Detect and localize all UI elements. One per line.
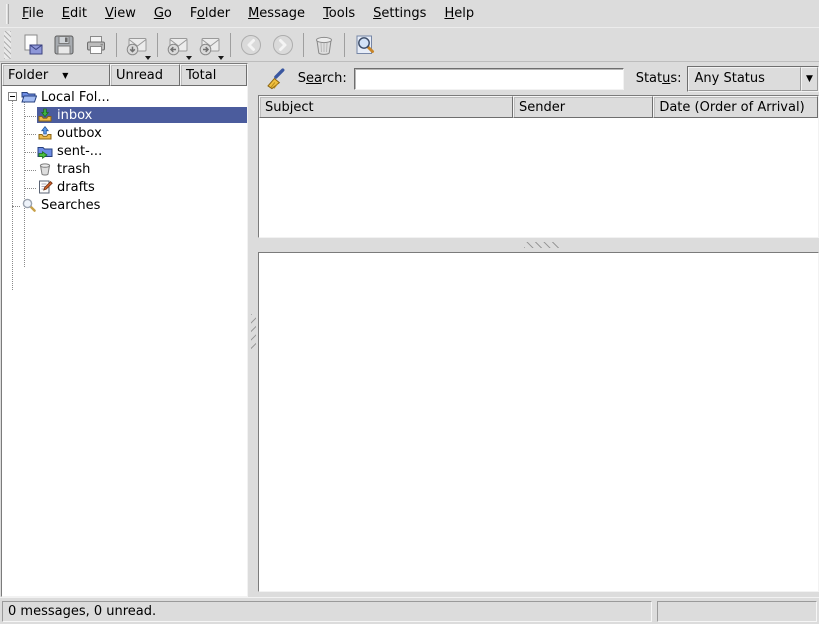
total-column-header[interactable]: Total: [180, 64, 247, 86]
folder-row-sent-mail[interactable]: sent-...: [2, 142, 247, 160]
mail-reply-icon: [166, 33, 190, 57]
toolbar-separator: [303, 33, 304, 57]
forward-button[interactable]: [195, 30, 225, 60]
status-label: Status:: [636, 71, 682, 86]
splitter-grip: [524, 242, 560, 248]
print-button[interactable]: [81, 30, 111, 60]
folder-column-header[interactable]: Folder ▼: [2, 64, 110, 86]
search-label: Search:: [298, 71, 347, 86]
sent-mail-icon: [37, 143, 53, 159]
status-combobox-value: Any Status: [688, 67, 801, 91]
check-mail-button[interactable]: [122, 30, 152, 60]
forward-nav-button[interactable]: [268, 30, 298, 60]
mail-new-icon: [20, 33, 44, 57]
toolbar-separator: [157, 33, 158, 57]
message-list-header: Subject Sender Date (Order of Arrival): [259, 96, 818, 118]
forward-icon: [271, 33, 295, 57]
unread-column-header[interactable]: Unread: [110, 64, 180, 86]
back-icon: [239, 33, 263, 57]
toolbar-drag-handle[interactable]: [4, 31, 11, 59]
check-mail-icon: [125, 33, 149, 57]
folder-row-local-folders[interactable]: Local Fol...: [2, 88, 247, 106]
message-area: Search: Status: Any Status ▼ Subject Sen…: [258, 62, 819, 597]
statusbar-message-count: 0 messages, 0 unread.: [2, 601, 652, 622]
selected-row-highlight: inbox: [37, 107, 247, 123]
folder-open-icon: [21, 89, 37, 105]
menu-tools[interactable]: Tools: [314, 2, 364, 25]
new-message-button[interactable]: [17, 30, 47, 60]
outbox-icon: [37, 125, 53, 141]
subject-column-header[interactable]: Subject: [259, 96, 513, 118]
folder-tree: Local Fol... inbox outbox: [2, 86, 247, 596]
menu-edit[interactable]: Edit: [53, 2, 96, 25]
vertical-splitter[interactable]: [249, 62, 258, 597]
menu-help[interactable]: Help: [435, 2, 483, 25]
folder-row-searches[interactable]: Searches: [2, 196, 247, 214]
menubar-drag-handle[interactable]: [6, 4, 9, 24]
dropdown-caret-icon: [218, 56, 224, 60]
menu-message[interactable]: Message: [239, 2, 314, 25]
folder-row-inbox[interactable]: inbox: [2, 106, 247, 124]
search-folder-icon: [21, 197, 37, 213]
folder-row-outbox[interactable]: outbox: [2, 124, 247, 142]
horizontal-splitter[interactable]: [258, 238, 819, 252]
menu-file[interactable]: File: [13, 2, 53, 25]
collapse-expander-icon[interactable]: [8, 92, 17, 101]
find-icon: [353, 33, 377, 57]
trash-icon: [37, 161, 53, 177]
dropdown-caret-icon: [145, 56, 151, 60]
trash-button[interactable]: [309, 30, 339, 60]
mail-forward-icon: [198, 33, 222, 57]
search-input[interactable]: [354, 68, 624, 90]
message-list: Subject Sender Date (Order of Arrival): [258, 95, 819, 238]
message-preview-pane[interactable]: [258, 252, 819, 592]
save-button[interactable]: [49, 30, 79, 60]
folder-pane: Folder ▼ Unread Total Local Fol...: [1, 63, 248, 597]
folder-row-trash[interactable]: trash: [2, 160, 247, 178]
inbox-icon: [37, 107, 53, 123]
status-combobox[interactable]: Any Status ▼: [687, 66, 819, 92]
statusbar-right-panel: [657, 601, 817, 622]
folder-list-header: Folder ▼ Unread Total: [2, 64, 247, 86]
chevron-down-icon: ▼: [806, 74, 813, 84]
trash-icon: [312, 33, 336, 57]
dropdown-caret-icon: [186, 56, 192, 60]
date-column-header[interactable]: Date (Order of Arrival): [653, 96, 818, 118]
message-list-body[interactable]: [259, 118, 818, 237]
splitter-grip: [251, 314, 256, 350]
toolbar: [0, 28, 819, 62]
combobox-dropdown-button[interactable]: ▼: [801, 67, 818, 91]
reply-button[interactable]: [163, 30, 193, 60]
statusbar: 0 messages, 0 unread.: [0, 597, 819, 624]
folder-row-drafts[interactable]: drafts: [2, 178, 247, 196]
find-button[interactable]: [350, 30, 380, 60]
menu-go[interactable]: Go: [145, 2, 181, 25]
toolbar-separator: [116, 33, 117, 57]
sender-column-header[interactable]: Sender: [513, 96, 653, 118]
drafts-icon: [37, 179, 53, 195]
save-icon: [52, 33, 76, 57]
menu-settings[interactable]: Settings: [364, 2, 435, 25]
toolbar-separator: [230, 33, 231, 57]
print-icon: [84, 33, 108, 57]
sort-arrow-icon: ▼: [62, 71, 68, 80]
quick-search-bar: Search: Status: Any Status ▼: [258, 62, 819, 95]
clear-search-broom-icon[interactable]: [264, 66, 290, 92]
toolbar-separator: [344, 33, 345, 57]
menu-view[interactable]: View: [96, 2, 145, 25]
menubar: File Edit View Go Folder Message Tools S…: [0, 0, 819, 28]
back-button[interactable]: [236, 30, 266, 60]
menu-folder[interactable]: Folder: [181, 2, 239, 25]
kmail-window: { "colors": { "window_bg": "#dcdcdc", "s…: [0, 0, 819, 624]
